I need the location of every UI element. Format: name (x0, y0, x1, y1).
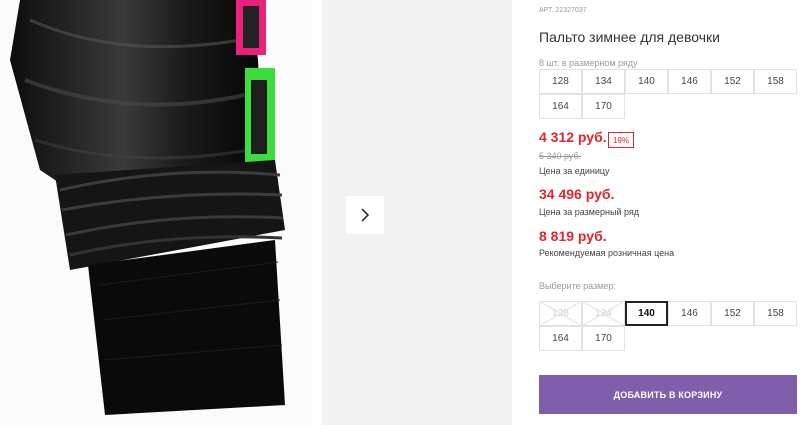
product-gallery (0, 0, 512, 425)
size-picker-label: Выберите размер: (539, 281, 616, 291)
size-option-label: 158 (767, 308, 784, 319)
size-row-cell: 140 (625, 69, 668, 94)
size-option-unavailable: 128 (539, 301, 582, 326)
product-title: Пальто зимнее для девочки (539, 29, 720, 45)
size-option-label: 140 (638, 308, 655, 319)
size-row-count: 8 шт. в размерном ряду (539, 58, 638, 68)
size-row-cell: 134 (582, 69, 625, 94)
gallery-next-button[interactable] (346, 196, 384, 234)
discount-badge: 19% (608, 132, 634, 148)
size-row-cell: 128 (539, 69, 582, 94)
jacket-sleeve-image (10, 0, 285, 415)
size-row-cell: 152 (711, 69, 754, 94)
size-option[interactable]: 170 (582, 326, 625, 351)
unit-price-caption: Цена за единицу (539, 166, 610, 176)
size-option[interactable]: 152 (711, 301, 754, 326)
size-row-cell: 146 (668, 69, 711, 94)
product-photo-main[interactable] (0, 0, 312, 425)
row-price-caption: Цена за размерный ряд (539, 207, 640, 217)
size-option-label: 164 (552, 333, 569, 344)
size-option[interactable]: 158 (754, 301, 797, 326)
size-option[interactable]: 164 (539, 326, 582, 351)
retail-price-caption: Рекомендуемая розничная цена (539, 248, 675, 258)
size-option[interactable]: 146 (668, 301, 711, 326)
chevron-right-icon (361, 208, 370, 222)
retail-price: 8 819 руб. (539, 228, 607, 244)
unit-price: 4 312 руб. (539, 129, 607, 145)
add-to-cart-button[interactable]: ДОБАВИТЬ В КОРЗИНУ (539, 375, 797, 414)
size-row-cell: 164 (539, 94, 582, 119)
unavailable-cross-icon (582, 301, 625, 326)
size-row-cell: 158 (754, 69, 797, 94)
size-option-unavailable: 134 (582, 301, 625, 326)
size-option-label: 170 (595, 333, 612, 344)
unavailable-cross-icon (539, 301, 582, 326)
size-option-label: 152 (724, 308, 741, 319)
article-number: АРТ. 22327037 (539, 7, 587, 14)
size-row-cell: 170 (582, 94, 625, 119)
size-option-label: 146 (681, 308, 698, 319)
size-option-selected[interactable]: 140 (625, 301, 668, 326)
row-price: 34 496 руб. (539, 186, 615, 202)
old-price: 5 340 руб. (539, 151, 582, 161)
